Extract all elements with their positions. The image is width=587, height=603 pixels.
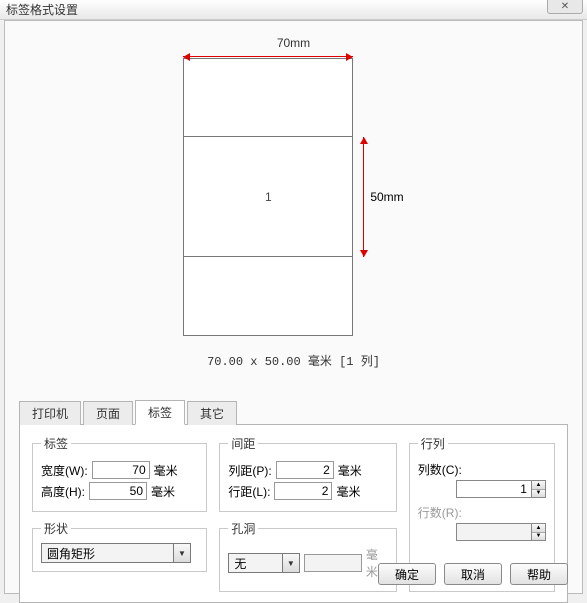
height-input[interactable] bbox=[89, 482, 147, 500]
width-field-label: 宽度(W): bbox=[41, 462, 88, 479]
rows-field-label: 行数(R): bbox=[418, 504, 462, 521]
tab-other[interactable]: 其它 bbox=[187, 401, 237, 425]
label-cell-middle: 1 bbox=[184, 137, 352, 257]
rowgap-field-label: 行距(L): bbox=[228, 483, 270, 500]
tab-page[interactable]: 页面 bbox=[83, 401, 133, 425]
colgap-field-label: 列距(P): bbox=[228, 462, 271, 479]
group-hole: 孔洞 无 ▼ 毫米 bbox=[219, 520, 396, 592]
width-unit: 毫米 bbox=[154, 462, 178, 479]
width-arrow bbox=[183, 56, 353, 57]
group-shape-legend: 形状 bbox=[41, 520, 71, 537]
ok-button[interactable]: 确定 bbox=[378, 563, 436, 585]
spin-up-icon[interactable]: ▲ bbox=[532, 481, 545, 490]
cols-field-label: 列数(C): bbox=[418, 461, 462, 478]
group-hole-legend: 孔洞 bbox=[228, 520, 258, 537]
hole-combo[interactable]: 无 ▼ bbox=[228, 553, 299, 573]
tab-label[interactable]: 标签 bbox=[135, 400, 185, 425]
colgap-input[interactable] bbox=[276, 461, 334, 479]
height-field-label: 高度(H): bbox=[41, 483, 85, 500]
height-arrow bbox=[363, 137, 364, 257]
close-icon: ✕ bbox=[561, 1, 569, 12]
width-input[interactable] bbox=[92, 461, 150, 479]
close-button[interactable]: ✕ bbox=[547, 0, 583, 14]
cols-spinner[interactable]: 1 ▲ ▼ bbox=[456, 480, 546, 498]
dialog-body: 70mm 1 50mm 70.00 x 50.00 毫米 [1 列] bbox=[4, 20, 583, 594]
height-unit: 毫米 bbox=[151, 483, 175, 500]
width-dim-label: 70mm bbox=[277, 36, 310, 50]
preview-caption: 70.00 x 50.00 毫米 [1 列] bbox=[207, 352, 380, 369]
height-dim-label: 50mm bbox=[370, 190, 403, 204]
colgap-unit: 毫米 bbox=[338, 462, 362, 479]
group-label-legend: 标签 bbox=[41, 435, 71, 452]
rowgap-unit: 毫米 bbox=[336, 483, 360, 500]
shape-combo[interactable]: 圆角矩形 ▼ bbox=[41, 543, 191, 563]
dialog-button-bar: 确定 取消 帮助 bbox=[378, 563, 568, 585]
group-label: 标签 宽度(W): 毫米 高度(H): 毫米 bbox=[32, 435, 207, 512]
label-cell-bottom bbox=[184, 257, 352, 335]
group-rowcol-legend: 行列 bbox=[418, 435, 448, 452]
spin-down-icon: ▼ bbox=[532, 533, 545, 541]
chevron-down-icon: ▼ bbox=[173, 544, 190, 562]
label-stack: 1 bbox=[183, 58, 353, 336]
spin-down-icon[interactable]: ▼ bbox=[532, 490, 545, 498]
rows-spinner: ▲ ▼ bbox=[456, 523, 546, 541]
chevron-down-icon: ▼ bbox=[282, 554, 299, 572]
spin-up-icon: ▲ bbox=[532, 524, 545, 533]
window-title: 标签格式设置 bbox=[6, 1, 78, 18]
label-preview: 70mm 1 50mm 70.00 x 50.00 毫米 [1 列] bbox=[19, 31, 568, 399]
group-shape: 形状 圆角矩形 ▼ bbox=[32, 520, 207, 572]
label-cell-top bbox=[184, 59, 352, 137]
tabstrip: 打印机 页面 标签 其它 bbox=[19, 403, 568, 425]
help-button[interactable]: 帮助 bbox=[510, 563, 568, 585]
shape-combo-value: 圆角矩形 bbox=[42, 545, 173, 562]
height-dimension: 50mm bbox=[363, 137, 403, 257]
tab-printer[interactable]: 打印机 bbox=[19, 401, 81, 425]
hole-dim-input bbox=[304, 554, 362, 572]
group-gap-legend: 间距 bbox=[228, 435, 258, 452]
cancel-button[interactable]: 取消 bbox=[444, 563, 502, 585]
rowgap-input[interactable] bbox=[274, 482, 332, 500]
hole-combo-value: 无 bbox=[229, 555, 281, 572]
cols-value: 1 bbox=[457, 482, 531, 496]
titlebar: 标签格式设置 ✕ bbox=[0, 0, 587, 20]
group-gap: 间距 列距(P): 毫米 行距(L): 毫米 bbox=[219, 435, 396, 512]
label-cell-number: 1 bbox=[265, 190, 272, 204]
